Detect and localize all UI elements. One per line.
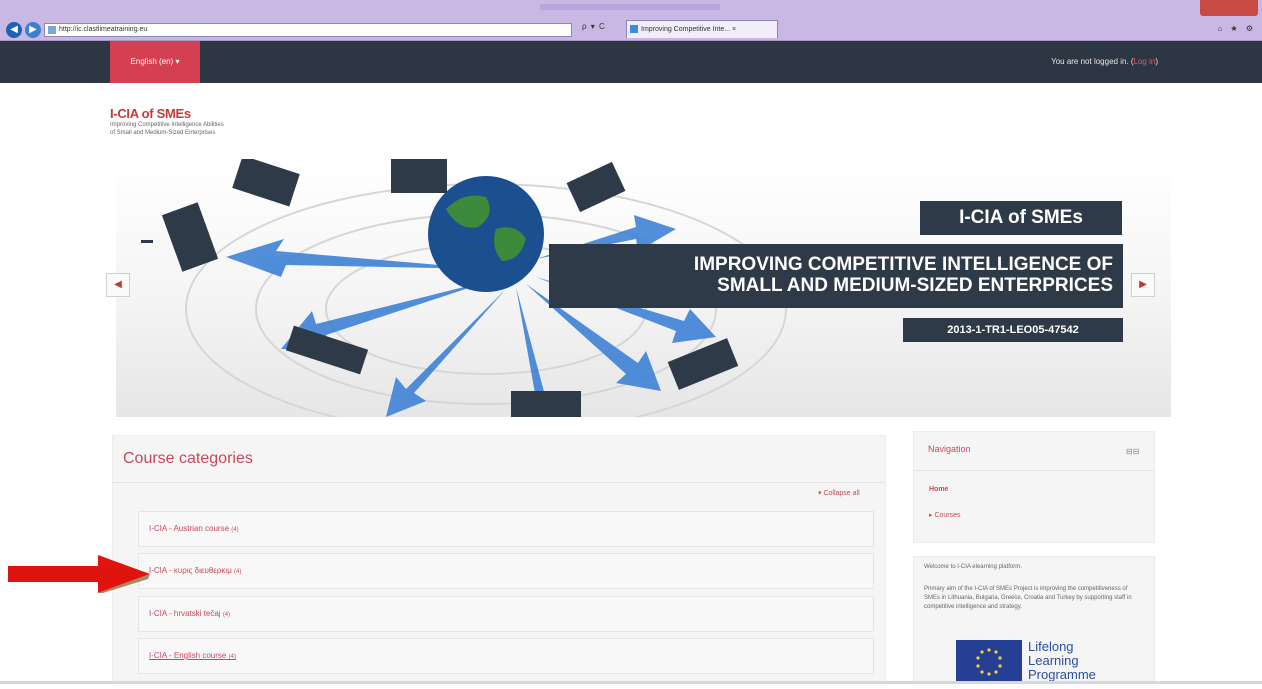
site-logo-subtitle-2: of Small and Medium-Sized Enterprises — [110, 130, 216, 136]
login-link[interactable]: Log in — [1134, 57, 1156, 66]
address-bar[interactable]: http://ic.clastlimeatraining.eu — [44, 23, 572, 37]
slider-prev-button[interactable]: ◀ — [106, 273, 130, 297]
forward-button[interactable]: ▶ — [25, 22, 41, 38]
divider — [112, 482, 886, 483]
eu-flag-logo — [956, 640, 1022, 684]
language-menu-button[interactable]: English (en) ▾ — [110, 41, 200, 83]
login-suffix: ) — [1155, 57, 1158, 66]
banner-headline-line-2: SMALL AND MEDIUM-SIZED ENTERPRICES — [717, 275, 1113, 296]
category-count: (4) — [222, 612, 231, 618]
dock-icon[interactable]: ⊟⊟ — [1126, 447, 1139, 456]
eu-stars-icon — [976, 648, 1002, 676]
lifelong-learning-logo: Lifelong Learning Programme — [1028, 640, 1096, 682]
category-name: I-CIA - hrvatski tečaj — [149, 609, 221, 618]
address-tools[interactable]: ρ ▾ C — [582, 22, 606, 31]
category-name: I-CIA - English course — [149, 651, 227, 660]
category-link[interactable]: I-CIA - hrvatski tečaj (4) — [149, 597, 230, 632]
welcome-text: Primary aim of the I-CIA of SMEs Project… — [924, 586, 1132, 610]
category-count: (4) — [228, 654, 236, 660]
category-row[interactable]: I-CIA - Austrian course (4) — [138, 511, 874, 547]
category-name: I-CIA - Austrian course — [149, 524, 230, 533]
nav-courses-link[interactable]: ▸ Courses — [929, 511, 961, 519]
collapse-all-link[interactable]: ▾ Collapse all — [818, 489, 860, 497]
slider-next-button[interactable]: ▶ — [1131, 273, 1155, 297]
window-title-strip — [540, 4, 720, 10]
back-button[interactable]: ◀ — [6, 22, 22, 38]
site-navbar: English (en) ▾ You are not logged in. (L… — [0, 41, 1262, 83]
category-count: (4) — [234, 569, 242, 575]
category-row[interactable]: I-CIA - κυρις διευθερκιμ (4) — [138, 553, 874, 589]
banner-project-code: 2013-1-TR1-LEO05-47542 — [903, 318, 1123, 342]
banner-headline: IMPROVING COMPETITIVE INTELLIGENCE OF SM… — [549, 244, 1123, 308]
category-link[interactable]: I-CIA - English course (4) — [149, 639, 236, 674]
llp-line-1: Lifelong — [1028, 639, 1074, 654]
address-text: http://ic.clastlimeatraining.eu — [59, 26, 148, 33]
banner-headline-line-1: IMPROVING COMPETITIVE INTELLIGENCE OF — [693, 254, 1113, 275]
login-prefix: You are not logged in. ( — [1051, 57, 1134, 66]
site-favicon-icon — [48, 26, 56, 34]
category-row[interactable]: I-CIA - hrvatski tečaj (4) — [138, 596, 874, 632]
category-name: I-CIA - κυρις διευθερκιμ — [149, 566, 232, 575]
tab-favicon-icon — [630, 25, 638, 33]
browser-tab[interactable]: Improving Competitive Inte... × — [626, 20, 778, 38]
category-count: (4) — [231, 527, 239, 533]
course-categories-title: Course categories — [123, 450, 253, 467]
site-logo-subtitle-1: Improving Competitive Intelligence Abili… — [110, 122, 224, 128]
login-info: You are not logged in. (Log in) — [1051, 41, 1158, 83]
banner-title: I-CIA of SMEs — [920, 201, 1122, 235]
window-controls[interactable] — [1200, 0, 1258, 16]
category-link[interactable]: I-CIA - κυρις διευθερκιμ (4) — [149, 554, 241, 589]
llp-line-3: Programme — [1028, 667, 1096, 682]
nav-home-link[interactable]: Home — [929, 486, 948, 493]
navigation-title: Navigation — [928, 444, 971, 454]
tab-title: Improving Competitive Inte... × — [641, 26, 737, 33]
category-row[interactable]: I-CIA - English course (4) — [138, 638, 874, 674]
welcome-heading: Welcome to I-CIA elearning platform. — [924, 564, 1022, 570]
red-arrow-annotation — [8, 555, 150, 593]
site-logo-title[interactable]: I-CIA of SMEs — [110, 106, 191, 121]
llp-line-2: Learning — [1028, 653, 1079, 668]
browser-tools-icons[interactable]: ⌂ ★ ⚙ — [1217, 24, 1256, 33]
divider — [913, 470, 1155, 471]
browser-chrome: ◀ ▶ http://ic.clastlimeatraining.eu ρ ▾ … — [0, 0, 1262, 41]
category-link[interactable]: I-CIA - Austrian course (4) — [149, 512, 239, 547]
